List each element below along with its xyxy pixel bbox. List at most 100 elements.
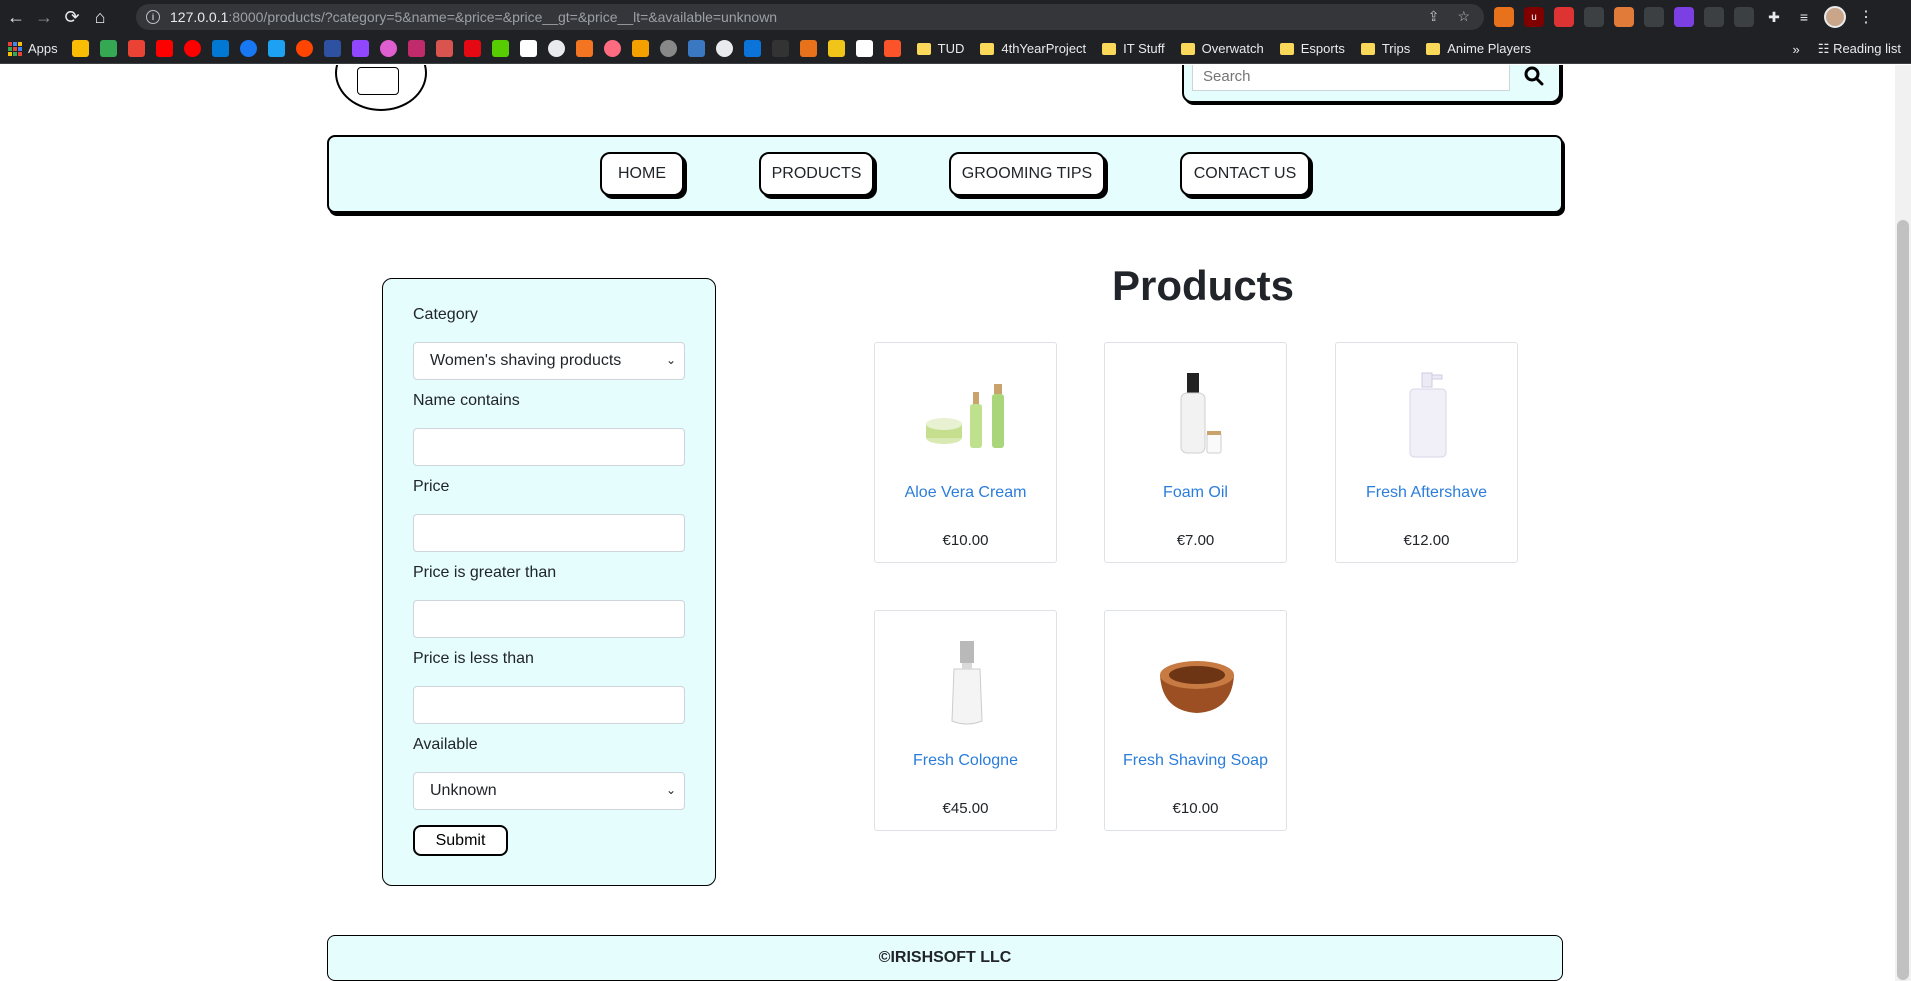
extension-bookmark-icon[interactable] [743, 40, 761, 57]
price-input[interactable] [413, 514, 685, 552]
address-bar[interactable]: i 127.0.0.1:8000/products/?category=5&na… [136, 4, 1484, 30]
reading-list-button[interactable]: ☷ Reading list [1818, 41, 1901, 57]
extension-icon[interactable] [1644, 7, 1664, 27]
product-name[interactable]: Aloe Vera Cream [875, 484, 1056, 502]
media-icon[interactable]: ≡ [1794, 7, 1814, 27]
product-card[interactable]: Fresh Cologne €45.00 [874, 610, 1057, 831]
category-label: Category [413, 306, 478, 323]
available-select[interactable]: Unknown ⌄ [413, 772, 685, 810]
cologne-bottle-icon [915, 631, 1018, 736]
drive-icon[interactable] [71, 40, 89, 57]
extension-bookmark-icon[interactable] [575, 40, 593, 57]
bookmark-folder[interactable]: TUD [916, 41, 964, 56]
netflix-icon[interactable] [463, 40, 481, 57]
extension-icon[interactable] [1494, 7, 1514, 27]
reddit-icon[interactable] [295, 40, 313, 57]
search-input[interactable] [1192, 65, 1510, 91]
home-icon[interactable]: ⌂ [86, 3, 114, 31]
menu-icon[interactable]: ⋮ [1856, 7, 1876, 27]
extension-bookmark-icon[interactable] [659, 40, 677, 57]
share-icon[interactable]: ⇪ [1428, 8, 1440, 25]
search-button[interactable] [1519, 65, 1549, 91]
ublock-icon[interactable]: u [1524, 7, 1544, 27]
bookmark-folder[interactable]: Overwatch [1180, 41, 1264, 56]
more-bookmarks-button[interactable]: » [1793, 42, 1800, 57]
bookmark-folder[interactable]: IT Stuff [1102, 41, 1165, 56]
twitch-icon[interactable] [351, 40, 369, 57]
product-price: €45.00 [942, 800, 989, 817]
bookmark-folder[interactable]: 4thYearProject [980, 41, 1086, 56]
extension-bookmark-icon[interactable] [603, 40, 621, 57]
wooden-soap-bowl-icon [1145, 631, 1248, 736]
submit-button[interactable]: Submit [413, 825, 508, 856]
gmail-icon[interactable] [127, 40, 145, 57]
globe-icon[interactable] [547, 40, 565, 57]
extension-icon[interactable] [1734, 7, 1754, 27]
brave-icon[interactable] [883, 40, 901, 57]
bookmark-folder[interactable]: Esports [1279, 41, 1345, 56]
bookmark-star-icon[interactable]: ☆ [1457, 8, 1470, 25]
outlook-icon[interactable] [211, 40, 229, 57]
price-gt-input[interactable] [413, 600, 685, 638]
nav-home[interactable]: HOME [600, 152, 684, 196]
twitter-icon[interactable] [267, 40, 285, 57]
scrollbar-thumb[interactable] [1897, 220, 1909, 980]
folder-icon [1279, 42, 1294, 55]
maps-icon[interactable] [99, 40, 117, 57]
page-scrollbar[interactable] [1895, 65, 1911, 981]
product-name[interactable]: Fresh Cologne [875, 752, 1056, 770]
price-lt-label: Price is less than [413, 650, 534, 667]
bookmark-apps[interactable]: Apps [8, 41, 58, 56]
avatar[interactable] [1824, 6, 1846, 28]
product-name[interactable]: Fresh Aftershave [1336, 484, 1517, 502]
site-info-icon[interactable]: i [146, 10, 160, 24]
extension-bookmark-icon[interactable] [631, 40, 649, 57]
name-contains-input[interactable] [413, 428, 685, 466]
category-select[interactable]: Women's shaving products ⌄ [413, 342, 685, 380]
product-card[interactable]: Aloe Vera Cream €10.00 [874, 342, 1057, 563]
mal-icon[interactable] [323, 40, 341, 57]
amazon-icon[interactable] [519, 40, 537, 57]
extension-bookmark-icon[interactable] [407, 40, 425, 57]
product-card[interactable]: Foam Oil €7.00 [1104, 342, 1287, 563]
site-logo[interactable] [335, 65, 427, 111]
forward-icon[interactable]: → [30, 3, 58, 31]
available-label: Available [413, 736, 478, 753]
facebook-icon[interactable] [239, 40, 257, 57]
github-icon[interactable] [715, 40, 733, 57]
extension-bookmark-icon[interactable] [435, 40, 453, 57]
back-icon[interactable]: ← [2, 3, 30, 31]
extension-icon[interactable] [1614, 7, 1634, 27]
extension-bookmark-icon[interactable] [379, 40, 397, 57]
youtube-icon[interactable] [155, 40, 173, 57]
extension-icon[interactable] [1674, 7, 1694, 27]
extension-icon[interactable] [1704, 7, 1724, 27]
extension-bookmark-icon[interactable] [855, 40, 873, 57]
bookmark-folder[interactable]: Anime Players [1426, 41, 1531, 56]
youtube-music-icon[interactable] [183, 40, 201, 57]
pump-bottle-icon [1145, 363, 1248, 468]
category-selected-value: Women's shaving products [430, 352, 622, 369]
product-card[interactable]: Fresh Aftershave €12.00 [1335, 342, 1518, 563]
reload-icon[interactable]: ⟳ [58, 3, 86, 31]
clear-pump-bottle-icon [1376, 363, 1479, 468]
extension-icon[interactable] [1554, 7, 1574, 27]
product-name[interactable]: Fresh Shaving Soap [1105, 752, 1286, 770]
nav-grooming-tips[interactable]: GROOMING TIPS [949, 152, 1105, 196]
nav-products[interactable]: PRODUCTS [759, 152, 874, 196]
extension-bookmark-icon[interactable] [771, 40, 789, 57]
extension-bookmark-icon[interactable] [799, 40, 817, 57]
url-text[interactable]: 127.0.0.1:8000/products/?category=5&name… [170, 9, 777, 25]
extension-bookmark-icon[interactable] [827, 40, 845, 57]
product-name[interactable]: Foam Oil [1105, 484, 1286, 502]
price-lt-input[interactable] [413, 686, 685, 724]
product-card[interactable]: Fresh Shaving Soap €10.00 [1104, 610, 1287, 831]
puzzle-icon[interactable]: ✚ [1764, 7, 1784, 27]
product-price: €10.00 [942, 532, 989, 549]
extension-bookmark-icon[interactable] [687, 40, 705, 57]
extension-icon[interactable] [1584, 7, 1604, 27]
available-selected-value: Unknown [430, 782, 497, 799]
duolingo-icon[interactable] [491, 40, 509, 57]
nav-contact-us[interactable]: CONTACT US [1180, 152, 1310, 196]
bookmark-folder[interactable]: Trips [1360, 41, 1410, 56]
